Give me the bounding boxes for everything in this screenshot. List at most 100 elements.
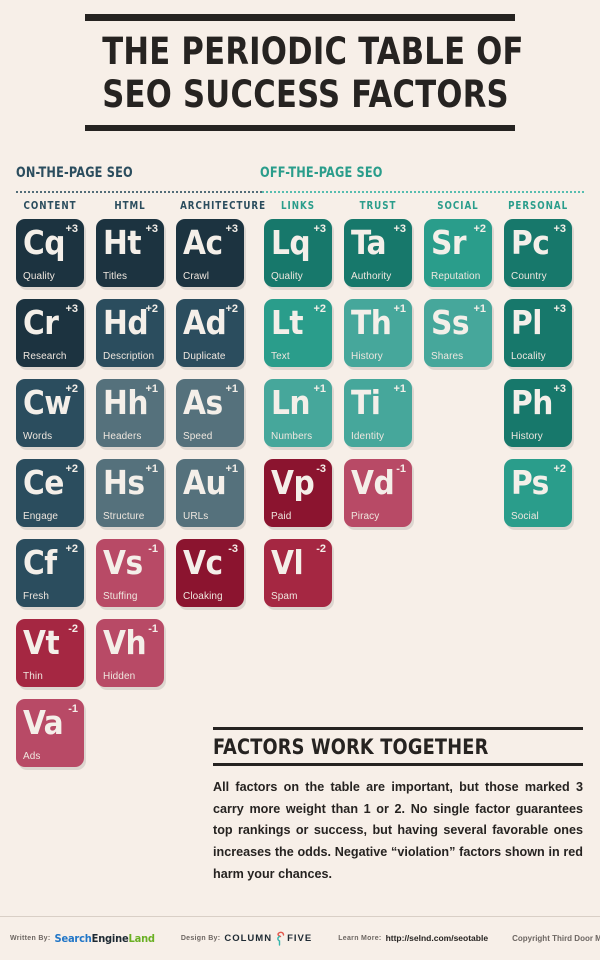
- tile-value: -2: [316, 542, 326, 555]
- element-tile-lt[interactable]: Lt +2 Text: [264, 298, 332, 367]
- column-links: LINKS Lq +3 Quality Lt +2 Text Ln +1 Numbers Vp -3 P…: [264, 193, 332, 619]
- column-trust: TRUST Ta +3 Authority Th +1 History Ti +1 Identit…: [344, 193, 412, 539]
- design-by-label: Design By:: [180, 934, 221, 942]
- tile-symbol: Cf: [23, 542, 57, 582]
- column-header-content: CONTENT: [23, 198, 77, 212]
- element-tile-vp[interactable]: Vp -3 Paid: [264, 458, 332, 527]
- element-tile-vc[interactable]: Vc -3 Cloaking: [176, 538, 244, 607]
- learn-more-url[interactable]: http://selnd.com/seotable: [386, 933, 489, 943]
- element-tile-as[interactable]: As +1 Speed: [176, 378, 244, 447]
- tile-symbol: Ti: [351, 382, 381, 422]
- element-tile-ac[interactable]: Ac +3 Crawl: [176, 218, 244, 287]
- tile-name: Cloaking: [183, 590, 223, 602]
- tile-value: +2: [225, 302, 238, 315]
- tile-symbol: Ad: [183, 302, 227, 342]
- tile-name: Identity: [351, 430, 385, 442]
- element-tile-pc[interactable]: Pc +3 Country: [504, 218, 572, 287]
- element-tile-hs[interactable]: Hs +1 Structure: [96, 458, 164, 527]
- tile-value: +1: [145, 462, 158, 475]
- tile-symbol: Ph: [511, 382, 553, 422]
- tile-symbol: Vh: [103, 622, 147, 662]
- column-header-trust: TRUST: [359, 198, 397, 212]
- footer-design-by: Design By: COLUMN FIVE: [181, 931, 312, 946]
- tile-value: +2: [553, 462, 566, 475]
- cf-logo-part2: FIVE: [287, 932, 313, 944]
- title-rule-top: [85, 14, 515, 21]
- title-line-1: THE PERIODIC TABLE OF: [102, 30, 524, 73]
- tile-value: +3: [65, 302, 78, 315]
- tile-name: Quality: [271, 270, 303, 282]
- element-tile-ps[interactable]: Ps +2 Social: [504, 458, 572, 527]
- element-tile-cw[interactable]: Cw +2 Words: [16, 378, 84, 447]
- element-tile-vd[interactable]: Vd -1 Piracy: [344, 458, 412, 527]
- tile-name: Hidden: [103, 670, 136, 682]
- element-tile-cr[interactable]: Cr +3 Research: [16, 298, 84, 367]
- tile-name: Stuffing: [103, 590, 138, 602]
- tile-name: History: [511, 430, 543, 442]
- element-tile-ss[interactable]: Ss +1 Shares: [424, 298, 492, 367]
- tile-value: +3: [313, 222, 326, 235]
- tile-value: +2: [145, 302, 158, 315]
- tile-value: +3: [553, 222, 566, 235]
- tile-name: Quality: [23, 270, 55, 282]
- tile-value: +1: [225, 462, 238, 475]
- sel-logo-part2: Engine: [91, 931, 129, 945]
- element-tile-pl[interactable]: Pl +3 Locality: [504, 298, 572, 367]
- tile-value: -1: [148, 542, 158, 555]
- tile-symbol: Va: [23, 702, 64, 742]
- footer: Written By: SearchEngineLand Design By: …: [0, 916, 600, 960]
- column-five-logo[interactable]: COLUMN FIVE: [224, 931, 312, 946]
- element-tile-cf[interactable]: Cf +2 Fresh: [16, 538, 84, 607]
- tile-value: +1: [473, 302, 486, 315]
- tile-symbol: Lt: [271, 302, 304, 342]
- tile-value: -2: [68, 622, 78, 635]
- tile-value: +2: [313, 302, 326, 315]
- tile-symbol: Ln: [271, 382, 311, 422]
- element-tile-vs[interactable]: Vs -1 Stuffing: [96, 538, 164, 607]
- column-header-links: LINKS: [281, 198, 315, 212]
- element-tile-ln[interactable]: Ln +1 Numbers: [264, 378, 332, 447]
- element-tile-ce[interactable]: Ce +2 Engage: [16, 458, 84, 527]
- tile-symbol: Th: [351, 302, 392, 342]
- tile-value: +2: [65, 462, 78, 475]
- element-tile-vl[interactable]: Vl -2 Spam: [264, 538, 332, 607]
- tile-symbol: Hd: [103, 302, 149, 342]
- learn-more-label: Learn More:: [338, 934, 382, 942]
- title-line-2: SEO SUCCESS FACTORS: [102, 72, 509, 116]
- footer-written-by: Written By: SearchEngineLand: [10, 932, 155, 945]
- element-tile-au[interactable]: Au +1 URLs: [176, 458, 244, 527]
- tile-value: +1: [393, 302, 406, 315]
- tile-symbol: Vs: [103, 542, 143, 582]
- tile-name: URLs: [183, 510, 209, 522]
- element-tile-vh[interactable]: Vh -1 Hidden: [96, 618, 164, 687]
- element-tile-ti[interactable]: Ti +1 Identity: [344, 378, 412, 447]
- factors-panel: FACTORS WORK TOGETHER All factors on the…: [213, 727, 583, 885]
- tile-name: Ads: [23, 750, 41, 762]
- element-tile-vt[interactable]: Vt -2 Thin: [16, 618, 84, 687]
- tile-name: Paid: [271, 510, 292, 522]
- element-tile-cq[interactable]: Cq +3 Quality: [16, 218, 84, 287]
- element-tile-hh[interactable]: Hh +1 Headers: [96, 378, 164, 447]
- tile-value: +1: [145, 382, 158, 395]
- element-tile-va[interactable]: Va -1 Ads: [16, 698, 84, 767]
- tile-name: Words: [23, 430, 53, 442]
- element-tile-ht[interactable]: Ht +3 Titles: [96, 218, 164, 287]
- element-tile-sr[interactable]: Sr +2 Reputation: [424, 218, 492, 287]
- element-tile-ad[interactable]: Ad +2 Duplicate: [176, 298, 244, 367]
- element-tile-lq[interactable]: Lq +3 Quality: [264, 218, 332, 287]
- element-tile-ph[interactable]: Ph +3 History: [504, 378, 572, 447]
- tile-name: Numbers: [271, 430, 313, 442]
- title-rule-bottom: [85, 124, 515, 131]
- element-tile-hd[interactable]: Hd +2 Description: [96, 298, 164, 367]
- tile-name: Research: [23, 350, 67, 362]
- tile-symbol: Ht: [103, 222, 142, 262]
- infographic-page: THE PERIODIC TABLE OF SEO SUCCESS FACTOR…: [0, 0, 600, 960]
- tile-symbol: Cw: [23, 382, 72, 422]
- column-personal: PERSONAL Pc +3 Country Pl +3 Locality Ph +3 Histo…: [504, 193, 572, 539]
- element-tile-ta[interactable]: Ta +3 Authority: [344, 218, 412, 287]
- column-header-social: SOCIAL: [437, 198, 479, 212]
- search-engine-land-logo[interactable]: SearchEngineLand: [55, 932, 155, 945]
- element-tile-th[interactable]: Th +1 History: [344, 298, 412, 367]
- tile-value: +2: [473, 222, 486, 235]
- tile-name: Piracy: [351, 510, 380, 522]
